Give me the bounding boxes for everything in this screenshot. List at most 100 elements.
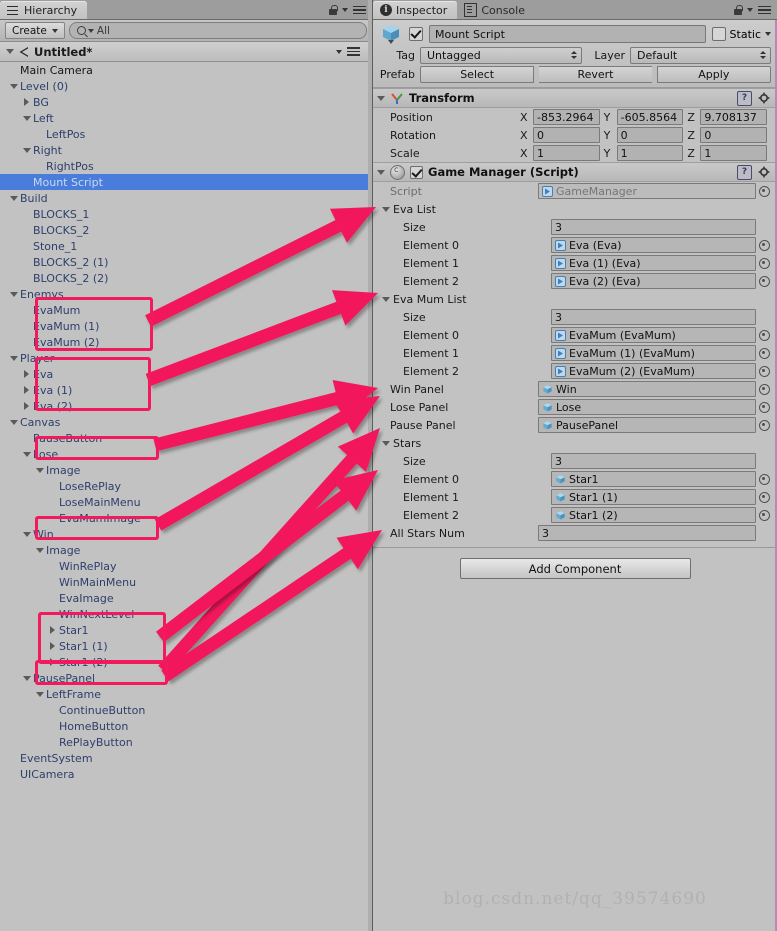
foldout-closed-icon[interactable]: [21, 98, 32, 106]
chevron-down-icon[interactable]: [342, 8, 348, 12]
menu-icon[interactable]: [353, 5, 366, 15]
transform-scale-z-field[interactable]: 1: [700, 145, 768, 161]
hierarchy-node[interactable]: Star1: [0, 622, 372, 638]
eva-list-element-1-field[interactable]: Eva (1) (Eva): [551, 255, 756, 271]
panel-1-field[interactable]: Lose: [538, 399, 756, 415]
object-picker-icon[interactable]: [758, 509, 771, 522]
object-picker-icon[interactable]: [758, 239, 771, 252]
transform-rotation-x-field[interactable]: 0: [533, 127, 600, 143]
hierarchy-node[interactable]: EvaMumImage: [0, 510, 372, 526]
gear-icon[interactable]: [758, 92, 771, 105]
eva-mum-list-element-1-field[interactable]: EvaMum (1) (EvaMum): [551, 345, 756, 361]
prefab-select-button[interactable]: Select: [420, 65, 535, 83]
gamemanager-enabled-checkbox[interactable]: [410, 165, 423, 179]
panel-0-field[interactable]: Win: [538, 381, 756, 397]
hierarchy-node[interactable]: Star1 (1): [0, 638, 372, 654]
all-stars-num-field[interactable]: 3: [538, 525, 756, 541]
prefab-revert-button[interactable]: Revert: [539, 65, 652, 83]
hierarchy-node[interactable]: Eva: [0, 366, 372, 382]
foldout-closed-icon[interactable]: [47, 626, 58, 634]
transform-rotation-z-field[interactable]: 0: [700, 127, 768, 143]
gamemanager-component-header[interactable]: Game Manager (Script) ?: [373, 162, 777, 182]
hierarchy-node[interactable]: PauseButton: [0, 430, 372, 446]
hierarchy-node[interactable]: Left: [0, 110, 372, 126]
foldout-icon[interactable]: [377, 95, 385, 101]
hierarchy-node[interactable]: EvaImage: [0, 590, 372, 606]
eva-list-element-0-field[interactable]: Eva (Eva): [551, 237, 756, 253]
hierarchy-node[interactable]: PausePanel: [0, 670, 372, 686]
tab-inspector[interactable]: i Inspector: [373, 1, 458, 19]
hierarchy-node[interactable]: EventSystem: [0, 750, 372, 766]
lock-icon[interactable]: [734, 5, 743, 15]
scene-menu-icon[interactable]: [347, 47, 360, 57]
object-picker-icon[interactable]: [758, 401, 771, 414]
menu-icon[interactable]: [758, 5, 771, 15]
transform-position-y-field[interactable]: -605.8564: [616, 109, 684, 125]
foldout-open-icon[interactable]: [34, 547, 45, 553]
hierarchy-node[interactable]: BLOCKS_2: [0, 222, 372, 238]
eva-mum-list-element-0-field[interactable]: EvaMum (EvaMum): [551, 327, 756, 343]
eva-mum-list-size-field[interactable]: 3: [551, 309, 756, 325]
hierarchy-node[interactable]: Enemys: [0, 286, 372, 302]
tab-hierarchy[interactable]: Hierarchy: [0, 1, 88, 19]
help-icon[interactable]: ?: [737, 164, 752, 180]
hierarchy-node[interactable]: Player: [0, 350, 372, 366]
hierarchy-node[interactable]: BLOCKS_2 (1): [0, 254, 372, 270]
static-checkbox[interactable]: [711, 27, 726, 41]
hierarchy-node[interactable]: Stone_1: [0, 238, 372, 254]
foldout-open-icon[interactable]: [21, 147, 32, 153]
foldout-open-icon[interactable]: [8, 355, 19, 361]
foldout-open-icon[interactable]: [8, 83, 19, 89]
hierarchy-tree[interactable]: Main Camera Level (0) BG Left LeftPos Right Ri…: [0, 62, 372, 931]
hierarchy-node[interactable]: Canvas: [0, 414, 372, 430]
hierarchy-node[interactable]: Right: [0, 142, 372, 158]
foldout-icon[interactable]: [377, 169, 385, 175]
gameobject-name-field[interactable]: Mount Script: [429, 25, 706, 43]
scene-header-row[interactable]: Untitled*: [0, 42, 372, 62]
transform-scale-y-field[interactable]: 1: [616, 145, 684, 161]
eva-list-element-2-field[interactable]: Eva (2) (Eva): [551, 273, 756, 289]
object-picker-icon[interactable]: [758, 365, 771, 378]
hierarchy-node[interactable]: LoseRePlay: [0, 478, 372, 494]
hierarchy-node[interactable]: ContinueButton: [0, 702, 372, 718]
hierarchy-node[interactable]: Image: [0, 462, 372, 478]
transform-position-x-field[interactable]: -853.2964: [533, 109, 600, 125]
help-icon[interactable]: ?: [737, 90, 752, 106]
lock-icon[interactable]: [329, 5, 338, 15]
foldout-open-icon[interactable]: [21, 115, 32, 121]
script-field[interactable]: GameManager: [538, 183, 756, 199]
object-picker-icon[interactable]: [758, 275, 771, 288]
foldout-open-icon[interactable]: [382, 206, 390, 212]
tag-dropdown[interactable]: Untagged: [420, 46, 582, 64]
hierarchy-node[interactable]: LeftFrame: [0, 686, 372, 702]
foldout-closed-icon[interactable]: [21, 386, 32, 394]
hierarchy-node[interactable]: EvaMum: [0, 302, 372, 318]
hierarchy-node[interactable]: LeftPos: [0, 126, 372, 142]
hierarchy-node[interactable]: WinRePlay: [0, 558, 372, 574]
hierarchy-node[interactable]: Star1 (2): [0, 654, 372, 670]
hierarchy-node[interactable]: Lose: [0, 446, 372, 462]
hierarchy-node[interactable]: WinMainMenu: [0, 574, 372, 590]
add-component-button[interactable]: Add Component: [459, 558, 691, 579]
object-picker-icon[interactable]: [758, 329, 771, 342]
foldout-open-icon[interactable]: [8, 195, 19, 201]
scene-foldout-icon[interactable]: [6, 49, 14, 54]
foldout-open-icon[interactable]: [34, 467, 45, 473]
foldout-closed-icon[interactable]: [21, 370, 32, 378]
hierarchy-node[interactable]: RightPos: [0, 158, 372, 174]
hierarchy-scrollbar[interactable]: [368, 0, 372, 931]
hierarchy-node[interactable]: Eva (1): [0, 382, 372, 398]
transform-component-header[interactable]: Transform ?: [373, 88, 777, 108]
layer-dropdown[interactable]: Default: [630, 46, 771, 64]
chevron-down-icon[interactable]: [747, 8, 753, 12]
foldout-open-icon[interactable]: [21, 675, 32, 681]
gameobject-enabled-checkbox[interactable]: [409, 27, 423, 41]
object-picker-icon[interactable]: [758, 383, 771, 396]
hierarchy-node[interactable]: Image: [0, 542, 372, 558]
hierarchy-node[interactable]: Eva (2): [0, 398, 372, 414]
panel-2-field[interactable]: PausePanel: [538, 417, 756, 433]
eva-mum-list-element-2-field[interactable]: EvaMum (2) (EvaMum): [551, 363, 756, 379]
stars-element-1-field[interactable]: Star1 (1): [551, 489, 756, 505]
chevron-down-icon[interactable]: [765, 32, 771, 36]
object-picker-icon[interactable]: [758, 491, 771, 504]
